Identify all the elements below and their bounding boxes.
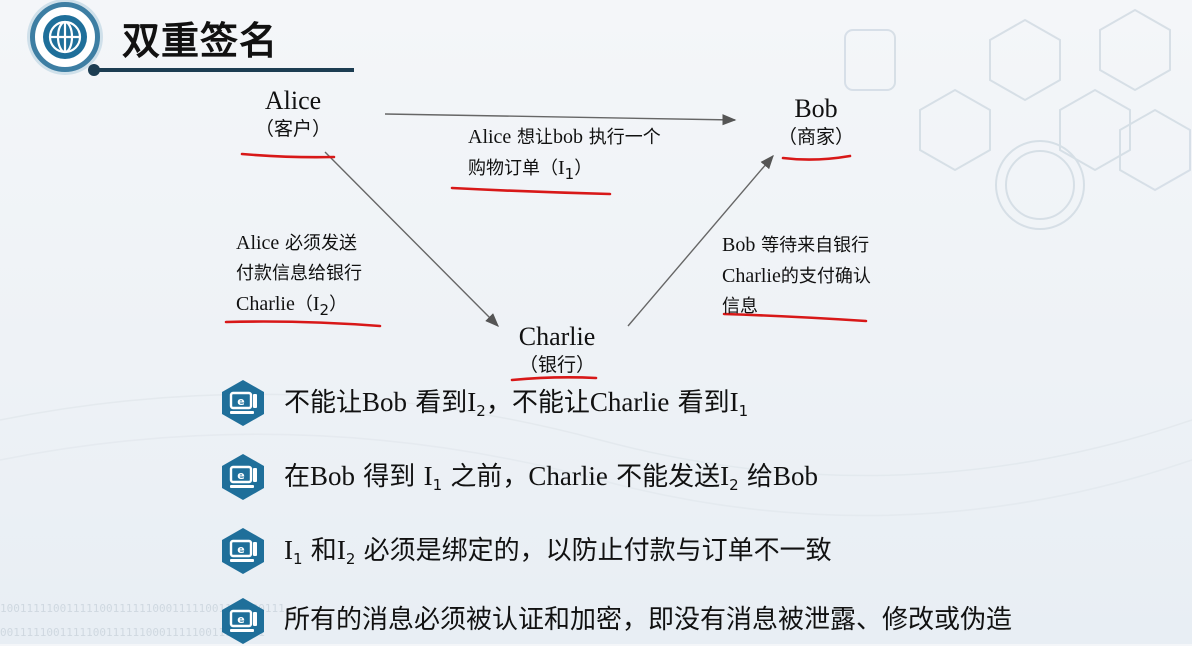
bullet-text: 在Bob 得到 I1 之前，Charlie 不能发送I2 给Bob xyxy=(284,458,818,503)
variable-label: I xyxy=(720,461,730,491)
arrow-alice-to-bob xyxy=(384,113,737,126)
bullet-segment: Bob xyxy=(362,387,408,417)
bullet-segment: 之前， xyxy=(442,462,529,492)
charlie-name: Charlie xyxy=(518,322,596,351)
bullet-segment: 不能发送 xyxy=(607,462,721,492)
red-underline-bob xyxy=(781,154,852,161)
bullet-segment: Charlie xyxy=(589,387,670,417)
node-charlie: Charlie （银行） xyxy=(505,322,609,378)
computer-icon: e xyxy=(222,598,264,644)
variable-label: I xyxy=(423,461,433,491)
bullet-segment: 不能让 xyxy=(284,388,363,418)
variable-label: I xyxy=(284,535,293,565)
svg-text:e: e xyxy=(237,613,244,626)
variable-subscript: 2 xyxy=(729,476,739,494)
variable-label: I xyxy=(336,535,346,565)
bullet-segment: Charlie xyxy=(528,461,608,491)
bullet-segment: Bob xyxy=(310,461,356,491)
bullet-segment: 看到 xyxy=(669,388,730,418)
variable-subscript: 1 xyxy=(293,550,303,568)
charlie-role: （银行） xyxy=(518,354,595,376)
computer-icon: e xyxy=(222,380,264,426)
list-item: e 不能让Bob 看到I2，不能让Charlie 看到I1 xyxy=(218,378,1158,428)
svg-text:e: e xyxy=(237,543,244,556)
bullet-segment: 必须是绑定的，以防止付款与订单不一致 xyxy=(355,536,832,566)
note-order: Alice 想让bob 执行一个 购物订单（I1） xyxy=(468,126,661,183)
variable-subscript: 2 xyxy=(476,402,486,420)
bullet-segment: ，不能让 xyxy=(485,388,590,418)
red-underline-alice xyxy=(240,152,336,159)
variable-subscript: 1 xyxy=(432,476,443,494)
bullet-segment: 和 xyxy=(302,536,337,566)
bullet-text: I1 和I2 必须是绑定的，以防止付款与订单不一致 xyxy=(284,532,832,577)
node-alice: Alice （客户） xyxy=(248,86,338,142)
variable-subscript: 2 xyxy=(345,550,356,568)
bullet-segment: 在 xyxy=(284,462,311,492)
list-item: e 在Bob 得到 I1 之前，Charlie 不能发送I2 给Bob xyxy=(218,452,1158,502)
list-item: e I1 和I2 必须是绑定的，以防止付款与订单不一致 xyxy=(218,526,1158,576)
bob-name: Bob xyxy=(794,94,838,123)
bullet-text: 所有的消息必须被认证和加密，即没有消息被泄露、修改或伪造 xyxy=(284,602,1012,638)
svg-text:e: e xyxy=(237,395,244,408)
computer-icon: e xyxy=(222,454,264,500)
alice-role: （客户） xyxy=(254,118,331,140)
bullet-segment: 得到 xyxy=(355,462,424,492)
node-bob: Bob （商家） xyxy=(776,94,856,150)
list-item: e 所有的消息必须被认证和加密，即没有消息被泄露、修改或伪造 xyxy=(218,596,1158,646)
variable-subscript: 1 xyxy=(738,402,749,420)
bullet-segment: 所有的消息必须被认证和加密，即没有消息被泄露、修改或伪造 xyxy=(284,605,1013,635)
bullet-segment: Bob xyxy=(772,461,818,491)
bullet-segment: 给 xyxy=(738,462,773,492)
bullet-text: 不能让Bob 看到I2，不能让Charlie 看到I1 xyxy=(284,384,748,429)
bullet-segment: 看到 xyxy=(407,388,468,418)
note-payment: Alice 必须发送 付款信息给银行 Charlie（I2） xyxy=(236,232,362,319)
computer-icon: e xyxy=(222,528,264,574)
note-confirm: Bob 等待来自银行 Charlie的支付确认 信息 xyxy=(722,234,871,317)
bob-role: （商家） xyxy=(777,126,854,148)
variable-label: I xyxy=(729,387,739,417)
alice-name: Alice xyxy=(264,86,322,115)
variable-label: I xyxy=(467,387,477,417)
svg-text:e: e xyxy=(237,469,244,482)
